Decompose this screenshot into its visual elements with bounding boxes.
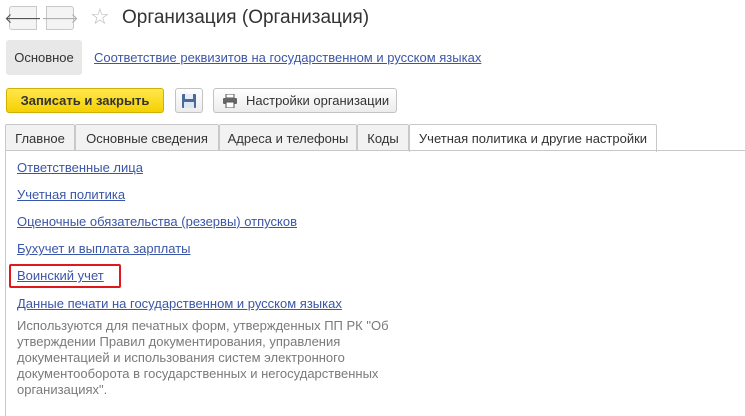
floppy-disk-icon (182, 93, 196, 108)
save-and-close-button[interactable]: Записать и закрыть (6, 88, 164, 113)
title-bar: 🡐 🡒 ☆ Организация (Организация) (0, 0, 745, 36)
arrow-right-icon: 🡒 (41, 9, 79, 26)
save-button[interactable] (175, 88, 203, 113)
arrow-left-icon: 🡐 (4, 9, 42, 26)
settings-button-label: Настройки организации (246, 93, 390, 108)
toolbar: Записать и закрыть Настройки организации (0, 86, 745, 114)
printer-icon (223, 93, 237, 108)
page-title: Организация (Организация) (122, 7, 370, 28)
vacation-reserves-link[interactable]: Оценочные обязательства (резервы) отпуск… (17, 214, 297, 229)
tab-basic-info[interactable]: Основные сведения (75, 124, 219, 151)
payroll-accounting-link[interactable]: Бухучет и выплата зарплаты (17, 241, 191, 256)
back-button[interactable]: 🡐 (4, 6, 42, 30)
tab-codes[interactable]: Коды (357, 124, 409, 151)
print-data-description: Используются для печатных форм, утвержде… (17, 318, 389, 397)
responsible-persons-link[interactable]: Ответственные лица (17, 160, 143, 175)
tab-bar: Главное Основные сведения Адреса и телеф… (5, 124, 745, 152)
military-registration-link[interactable]: Воинский учет (17, 268, 104, 283)
tab-addresses-phones[interactable]: Адреса и телефоны (219, 124, 357, 151)
accounting-policy-link[interactable]: Учетная политика (17, 187, 125, 202)
tab-main[interactable]: Главное (5, 124, 75, 151)
tab-accounting-policy[interactable]: Учетная политика и другие настройки (409, 124, 657, 152)
forward-button[interactable]: 🡒 (41, 6, 79, 30)
main-section-button[interactable]: Основное (6, 40, 82, 75)
form-navigation: Основное Соответствие реквизитов на госу… (0, 40, 745, 76)
organization-settings-button[interactable]: Настройки организации (213, 88, 397, 113)
language-mapping-link[interactable]: Соответствие реквизитов на государственн… (94, 50, 481, 65)
star-icon[interactable]: ☆ (90, 3, 110, 31)
print-data-link[interactable]: Данные печати на государственном и русск… (17, 296, 342, 311)
